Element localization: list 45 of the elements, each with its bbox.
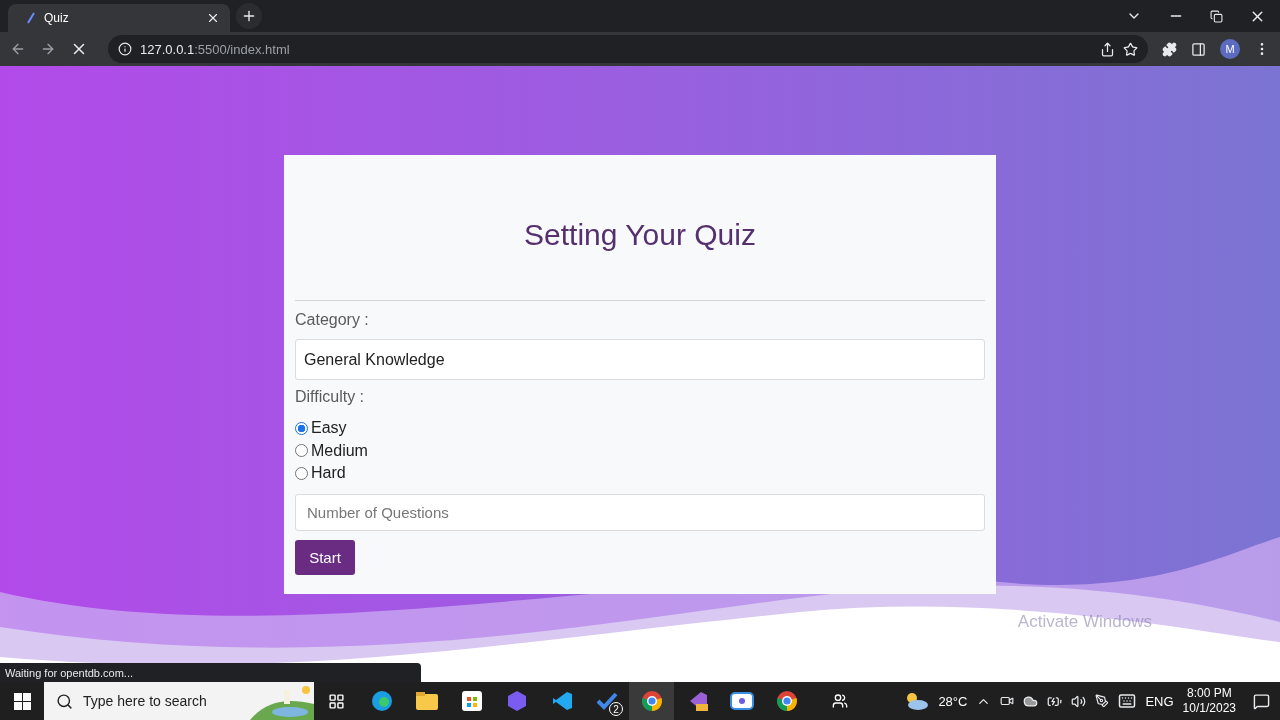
volume-icon[interactable] bbox=[1071, 693, 1087, 709]
share-icon[interactable] bbox=[1100, 41, 1115, 57]
browser-tab[interactable]: Quiz bbox=[8, 4, 230, 32]
address-bar[interactable]: 127.0.0.1:5500/index.html bbox=[108, 35, 1148, 63]
video-icon[interactable] bbox=[1000, 694, 1015, 708]
extensions-icon[interactable] bbox=[1162, 41, 1177, 57]
difficulty-option[interactable]: Easy bbox=[295, 418, 985, 439]
radio-button[interactable] bbox=[295, 444, 308, 458]
forward-icon[interactable] bbox=[40, 41, 56, 57]
pen-icon[interactable] bbox=[1095, 694, 1110, 708]
new-tab-button[interactable] bbox=[236, 3, 262, 29]
plus-icon bbox=[241, 8, 257, 24]
url-text: 127.0.0.1:5500/index.html bbox=[140, 41, 291, 57]
radio-button[interactable] bbox=[295, 466, 308, 480]
activation-notice: Activate Windows bbox=[1017, 612, 1152, 632]
category-select[interactable]: General Knowledge bbox=[295, 339, 985, 380]
clock[interactable]: 8:00 PM 10/1/2023 bbox=[1182, 686, 1236, 716]
category-label: Category : bbox=[295, 311, 370, 329]
keyboard-icon[interactable] bbox=[1118, 692, 1137, 710]
start-button[interactable]: Start bbox=[295, 539, 355, 575]
notification-badge: 2 bbox=[609, 702, 623, 716]
radio-button[interactable] bbox=[295, 421, 308, 435]
notifications-icon[interactable] bbox=[1253, 692, 1270, 710]
restore-icon[interactable] bbox=[1210, 9, 1223, 23]
checkmark-icon bbox=[595, 691, 618, 711]
taskbar-search-field[interactable]: Type here to search bbox=[44, 682, 314, 720]
language-indicator[interactable]: ENG bbox=[1145, 693, 1174, 709]
difficulty-label: Difficulty : bbox=[295, 388, 366, 406]
profile-avatar[interactable]: M bbox=[1220, 39, 1240, 59]
questions-input[interactable]: Number of Questions bbox=[295, 493, 985, 531]
quiz-title: Setting Your Quiz bbox=[523, 218, 757, 253]
difficulty-option[interactable]: Hard bbox=[295, 463, 985, 484]
tab-title: Quiz bbox=[44, 11, 70, 25]
back-icon[interactable] bbox=[10, 41, 26, 57]
temperature-text: 28°C bbox=[938, 693, 968, 709]
difficulty-option[interactable]: Medium bbox=[295, 440, 985, 461]
cloud-icon[interactable] bbox=[1023, 693, 1039, 709]
info-icon bbox=[118, 42, 132, 56]
side-panel-icon[interactable] bbox=[1191, 41, 1206, 57]
star-icon[interactable] bbox=[1123, 41, 1138, 57]
search-icon bbox=[56, 692, 73, 710]
close-tab-icon[interactable] bbox=[206, 11, 220, 25]
chrome-icon[interactable] bbox=[629, 682, 674, 720]
favicon-icon bbox=[26, 12, 36, 24]
status-bubble: Waiting for opentdb.com... bbox=[0, 663, 421, 682]
